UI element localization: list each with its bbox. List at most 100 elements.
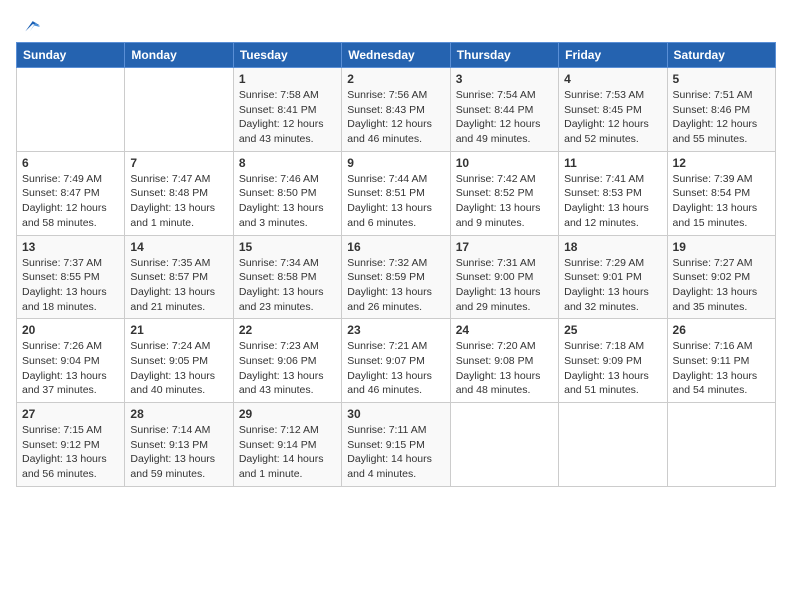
- week-row-4: 20 Sunrise: 7:26 AM Sunset: 9:04 PM Dayli…: [17, 319, 776, 403]
- day-number: 26: [673, 323, 770, 337]
- day-number: 27: [22, 407, 119, 421]
- calendar-cell: 8Sunrise: 7:46 AM Sunset: 8:50 PM Daylig…: [233, 151, 341, 235]
- day-detail: Sunrise: 7:56 AM Sunset: 8:43 PM Dayligh…: [347, 88, 444, 147]
- calendar-cell: [450, 403, 558, 487]
- day-detail: Sunrise: 7:29 AM Sunset: 9:01 PM Dayligh…: [564, 256, 661, 315]
- calendar-cell: 4 Sunrise: 7:53 AM Sunset: 8:45 PM Daylig…: [559, 68, 667, 152]
- day-number: 19: [673, 240, 770, 254]
- column-headers: SundayMondayTuesdayWednesdayThursdayFrid…: [17, 43, 776, 68]
- calendar-cell: 13Sunrise: 7:37 AM Sunset: 8:55 PM Dayli…: [17, 235, 125, 319]
- calendar-cell: 2 Sunrise: 7:56 AM Sunset: 8:43 PM Daylig…: [342, 68, 450, 152]
- calendar-cell: 23 Sunrise: 7:21 AM Sunset: 9:07 PM Dayli…: [342, 319, 450, 403]
- day-detail: Sunrise: 7:41 AM Sunset: 8:53 PM Dayligh…: [564, 172, 661, 231]
- calendar-cell: [559, 403, 667, 487]
- week-row-3: 13Sunrise: 7:37 AM Sunset: 8:55 PM Dayli…: [17, 235, 776, 319]
- col-header-monday: Monday: [125, 43, 233, 68]
- calendar-cell: 18Sunrise: 7:29 AM Sunset: 9:01 PM Dayli…: [559, 235, 667, 319]
- day-number: 29: [239, 407, 336, 421]
- day-detail: Sunrise: 7:11 AM Sunset: 9:15 PM Dayligh…: [347, 423, 444, 482]
- calendar-cell: [667, 403, 775, 487]
- page-header: [16, 16, 776, 34]
- day-number: 22: [239, 323, 336, 337]
- calendar-cell: 26 Sunrise: 7:16 AM Sunset: 9:11 PM Dayli…: [667, 319, 775, 403]
- day-number: 6: [22, 156, 119, 170]
- day-number: 14: [130, 240, 227, 254]
- day-detail: Sunrise: 7:42 AM Sunset: 8:52 PM Dayligh…: [456, 172, 553, 231]
- day-number: 11: [564, 156, 661, 170]
- day-detail: Sunrise: 7:15 AM Sunset: 9:12 PM Dayligh…: [22, 423, 119, 482]
- col-header-friday: Friday: [559, 43, 667, 68]
- calendar-cell: 16Sunrise: 7:32 AM Sunset: 8:59 PM Dayli…: [342, 235, 450, 319]
- col-header-tuesday: Tuesday: [233, 43, 341, 68]
- calendar-cell: 6 Sunrise: 7:49 AM Sunset: 8:47 PM Daylig…: [17, 151, 125, 235]
- day-detail: Sunrise: 7:35 AM Sunset: 8:57 PM Dayligh…: [130, 256, 227, 315]
- day-number: 5: [673, 72, 770, 86]
- day-number: 9: [347, 156, 444, 170]
- day-detail: Sunrise: 7:21 AM Sunset: 9:07 PM Dayligh…: [347, 339, 444, 398]
- day-detail: Sunrise: 7:51 AM Sunset: 8:46 PM Dayligh…: [673, 88, 770, 147]
- day-detail: Sunrise: 7:47 AM Sunset: 8:48 PM Dayligh…: [130, 172, 227, 231]
- calendar-cell: 29 Sunrise: 7:12 AM Sunset: 9:14 PM Dayli…: [233, 403, 341, 487]
- day-number: 4: [564, 72, 661, 86]
- day-detail: Sunrise: 7:44 AM Sunset: 8:51 PM Dayligh…: [347, 172, 444, 231]
- logo: [16, 16, 40, 34]
- day-detail: Sunrise: 7:54 AM Sunset: 8:44 PM Dayligh…: [456, 88, 553, 147]
- calendar-cell: 20 Sunrise: 7:26 AM Sunset: 9:04 PM Dayli…: [17, 319, 125, 403]
- calendar-cell: 11 Sunrise: 7:41 AM Sunset: 8:53 PM Dayli…: [559, 151, 667, 235]
- day-detail: Sunrise: 7:18 AM Sunset: 9:09 PM Dayligh…: [564, 339, 661, 398]
- day-detail: Sunrise: 7:31 AM Sunset: 9:00 PM Dayligh…: [456, 256, 553, 315]
- day-number: 8: [239, 156, 336, 170]
- day-number: 2: [347, 72, 444, 86]
- calendar-cell: 10Sunrise: 7:42 AM Sunset: 8:52 PM Dayli…: [450, 151, 558, 235]
- calendar-cell: 19 Sunrise: 7:27 AM Sunset: 9:02 PM Dayli…: [667, 235, 775, 319]
- week-row-2: 6 Sunrise: 7:49 AM Sunset: 8:47 PM Daylig…: [17, 151, 776, 235]
- calendar-cell: 24 Sunrise: 7:20 AM Sunset: 9:08 PM Dayli…: [450, 319, 558, 403]
- day-number: 16: [347, 240, 444, 254]
- day-number: 23: [347, 323, 444, 337]
- logo-bird-icon: [18, 16, 40, 38]
- calendar-cell: [125, 68, 233, 152]
- day-detail: Sunrise: 7:16 AM Sunset: 9:11 PM Dayligh…: [673, 339, 770, 398]
- week-row-1: 1 Sunrise: 7:58 AM Sunset: 8:41 PM Daylig…: [17, 68, 776, 152]
- col-header-thursday: Thursday: [450, 43, 558, 68]
- calendar-cell: 7 Sunrise: 7:47 AM Sunset: 8:48 PM Daylig…: [125, 151, 233, 235]
- day-detail: Sunrise: 7:23 AM Sunset: 9:06 PM Dayligh…: [239, 339, 336, 398]
- calendar-cell: 3 Sunrise: 7:54 AM Sunset: 8:44 PM Daylig…: [450, 68, 558, 152]
- col-header-sunday: Sunday: [17, 43, 125, 68]
- day-detail: Sunrise: 7:58 AM Sunset: 8:41 PM Dayligh…: [239, 88, 336, 147]
- day-number: 28: [130, 407, 227, 421]
- day-detail: Sunrise: 7:34 AM Sunset: 8:58 PM Dayligh…: [239, 256, 336, 315]
- day-number: 24: [456, 323, 553, 337]
- week-row-5: 27 Sunrise: 7:15 AM Sunset: 9:12 PM Dayli…: [17, 403, 776, 487]
- calendar-cell: 5 Sunrise: 7:51 AM Sunset: 8:46 PM Daylig…: [667, 68, 775, 152]
- day-detail: Sunrise: 7:12 AM Sunset: 9:14 PM Dayligh…: [239, 423, 336, 482]
- calendar-cell: 30 Sunrise: 7:11 AM Sunset: 9:15 PM Dayli…: [342, 403, 450, 487]
- calendar-cell: 1 Sunrise: 7:58 AM Sunset: 8:41 PM Daylig…: [233, 68, 341, 152]
- day-number: 17: [456, 240, 553, 254]
- calendar-cell: 27 Sunrise: 7:15 AM Sunset: 9:12 PM Dayli…: [17, 403, 125, 487]
- day-detail: Sunrise: 7:26 AM Sunset: 9:04 PM Dayligh…: [22, 339, 119, 398]
- calendar-cell: 21Sunrise: 7:24 AM Sunset: 9:05 PM Dayli…: [125, 319, 233, 403]
- calendar-cell: 22 Sunrise: 7:23 AM Sunset: 9:06 PM Dayli…: [233, 319, 341, 403]
- day-number: 13: [22, 240, 119, 254]
- day-number: 3: [456, 72, 553, 86]
- day-detail: Sunrise: 7:20 AM Sunset: 9:08 PM Dayligh…: [456, 339, 553, 398]
- calendar-cell: 25 Sunrise: 7:18 AM Sunset: 9:09 PM Dayli…: [559, 319, 667, 403]
- day-number: 7: [130, 156, 227, 170]
- calendar-cell: 9 Sunrise: 7:44 AM Sunset: 8:51 PM Daylig…: [342, 151, 450, 235]
- calendar-cell: 15 Sunrise: 7:34 AM Sunset: 8:58 PM Dayli…: [233, 235, 341, 319]
- day-detail: Sunrise: 7:53 AM Sunset: 8:45 PM Dayligh…: [564, 88, 661, 147]
- calendar-cell: 17 Sunrise: 7:31 AM Sunset: 9:00 PM Dayli…: [450, 235, 558, 319]
- day-detail: Sunrise: 7:39 AM Sunset: 8:54 PM Dayligh…: [673, 172, 770, 231]
- day-number: 1: [239, 72, 336, 86]
- day-number: 30: [347, 407, 444, 421]
- day-number: 20: [22, 323, 119, 337]
- col-header-wednesday: Wednesday: [342, 43, 450, 68]
- calendar-cell: 14 Sunrise: 7:35 AM Sunset: 8:57 PM Dayli…: [125, 235, 233, 319]
- day-detail: Sunrise: 7:27 AM Sunset: 9:02 PM Dayligh…: [673, 256, 770, 315]
- day-number: 15: [239, 240, 336, 254]
- day-number: 21: [130, 323, 227, 337]
- day-detail: Sunrise: 7:49 AM Sunset: 8:47 PM Dayligh…: [22, 172, 119, 231]
- day-number: 25: [564, 323, 661, 337]
- col-header-saturday: Saturday: [667, 43, 775, 68]
